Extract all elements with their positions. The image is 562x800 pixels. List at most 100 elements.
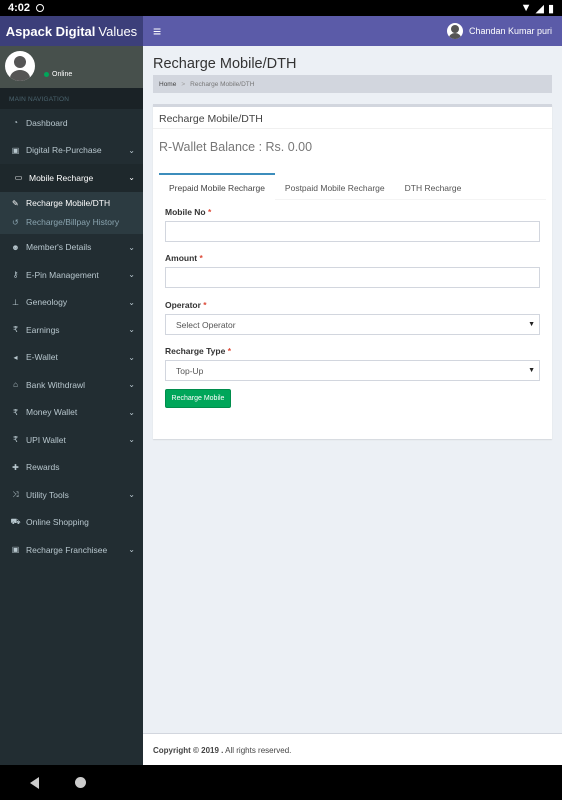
page-title: Recharge Mobile/DTH [153, 56, 297, 72]
recharge-tabs: Prepaid Mobile Recharge Postpaid Mobile … [159, 173, 546, 200]
required-mark: * [203, 300, 207, 310]
user-panel: Online [0, 46, 143, 88]
nav-header: MAIN NAVIGATION [0, 88, 143, 109]
sidebar-item-epin-management[interactable]: ⚷ E-Pin Management ⌄ [0, 261, 143, 289]
wifi-icon: ▼ [520, 2, 532, 14]
required-mark: * [227, 346, 231, 356]
rupee-icon: ₹ [12, 435, 19, 445]
chevron-down-icon: ⌄ [128, 380, 135, 390]
online-status: Online [44, 71, 72, 78]
battery-icon: ▮ [547, 2, 554, 15]
briefcase-icon: ▣ [11, 145, 20, 155]
sidebar-item-mobile-recharge[interactable]: ▭ Mobile Recharge ⌄ [0, 164, 143, 192]
cart-icon: ⛟ [10, 517, 21, 527]
chevron-down-icon: ⌄ [128, 545, 135, 555]
sidebar-item-dashboard[interactable]: ◔ Dashboard [0, 109, 143, 137]
users-icon: ☻ [11, 242, 20, 252]
operator-label: Operator * [165, 300, 207, 310]
sidebar-item-upi-wallet[interactable]: ₹ UPI Wallet ⌄ [0, 426, 143, 454]
wallet-icon: ◂ [13, 352, 18, 362]
sidebar-item-recharge-franchisee[interactable]: ▣ Recharge Franchisee ⌄ [0, 536, 143, 564]
tab-prepaid-mobile-recharge[interactable]: Prepaid Mobile Recharge [159, 173, 275, 200]
sidebar-item-rewards[interactable]: ✚ Rewards [0, 454, 143, 482]
user-name: Chandan Kumar puri [468, 26, 552, 36]
breadcrumb-current: Recharge Mobile/DTH [190, 80, 255, 88]
app-logo[interactable]: Aspack Digital Values [0, 16, 143, 46]
sidebar-item-members-details[interactable]: ☻ Member's Details ⌄ [0, 234, 143, 262]
chevron-down-icon: ⌄ [128, 407, 135, 417]
sidebar-item-utility-tools[interactable]: ⤨ Utility Tools ⌄ [0, 481, 143, 509]
mobile-number-input[interactable] [165, 221, 540, 242]
signal-icon: ◢ [535, 2, 544, 15]
sidebar-item-ewallet[interactable]: ◂ E-Wallet ⌄ [0, 344, 143, 372]
chevron-down-icon: ⌄ [128, 352, 135, 362]
back-icon[interactable] [30, 776, 39, 789]
tab-dth-recharge[interactable]: DTH Recharge [395, 173, 472, 200]
rights-text: All rights reserved. [225, 746, 292, 755]
chevron-down-icon: ⌄ [128, 242, 135, 252]
briefcase-icon: ▣ [11, 545, 20, 555]
footer: Copyright © 2019 . All rights reserved. [143, 733, 562, 765]
top-navbar: ≡ Chandan Kumar puri [143, 16, 562, 46]
copyright: Copyright © 2019 . [153, 746, 224, 755]
user-menu[interactable]: Chandan Kumar puri [446, 23, 552, 39]
chevron-down-icon: ⌄ [128, 145, 135, 155]
chevron-down-icon: ⌄ [128, 435, 135, 445]
battery-icon: ▭ [14, 173, 23, 183]
sidebar-subitem-recharge-history[interactable]: ↺ Recharge/Billpay History [0, 213, 143, 232]
breadcrumb-home[interactable]: Home [159, 81, 176, 88]
recharge-mobile-button[interactable]: Recharge Mobile [165, 389, 231, 408]
chevron-down-icon: ⌄ [128, 297, 135, 307]
amount-input[interactable] [165, 267, 540, 288]
recharge-type-label: Recharge Type * [165, 346, 231, 356]
sidebar-item-earnings[interactable]: ₹ Earnings ⌄ [0, 316, 143, 344]
sidebar-item-geneology[interactable]: ⊥ Geneology ⌄ [0, 289, 143, 317]
android-status-bar: 4:02 ▼ ◢ ▮ [0, 0, 562, 16]
dropdown-caret-icon: ▼ [528, 367, 535, 374]
menu-toggle-icon[interactable]: ≡ [153, 23, 161, 39]
avatar [5, 51, 35, 81]
mobile-label: Mobile No * [165, 207, 212, 217]
dropdown-caret-icon: ▼ [528, 321, 535, 328]
breadcrumb: Home > Recharge Mobile/DTH [153, 75, 552, 93]
amount-label: Amount * [165, 253, 203, 263]
sitemap-icon: ⊥ [12, 297, 19, 307]
chevron-down-icon: ⌄ [128, 173, 135, 183]
sidebar-item-online-shopping[interactable]: ⛟ Online Shopping [0, 509, 143, 537]
gift-icon: ✚ [12, 462, 19, 472]
chevron-down-icon: ⌄ [128, 325, 135, 335]
breadcrumb-separator-icon: > [181, 80, 186, 88]
recharge-panel: Recharge Mobile/DTH R-Wallet Balance : R… [153, 104, 552, 439]
logo-bold-text: Aspack Digital [5, 23, 96, 39]
android-nav-bar [0, 765, 562, 800]
leaf-icon: ✎ [12, 198, 19, 208]
history-icon: ↺ [12, 217, 19, 227]
required-mark: * [207, 207, 212, 217]
sidebar-subitem-recharge-mobile-dth[interactable]: ✎ Recharge Mobile/DTH [0, 194, 143, 213]
rupee-icon: ₹ [12, 325, 19, 335]
key-icon: ⚷ [12, 270, 19, 280]
tab-postpaid-mobile-recharge[interactable]: Postpaid Mobile Recharge [275, 173, 395, 200]
logo-text: Values [98, 23, 138, 39]
notification-icon [36, 4, 45, 12]
sidebar: Online MAIN NAVIGATION ◔ Dashboard ▣ Dig… [0, 46, 143, 765]
clock: 4:02 [8, 2, 31, 14]
rupee-icon: ₹ [12, 407, 19, 417]
sidebar-item-money-wallet[interactable]: ₹ Money Wallet ⌄ [0, 399, 143, 427]
sidebar-item-bank-withdrawl[interactable]: ⌂ Bank Withdrawl ⌄ [0, 371, 143, 399]
recharge-type-select[interactable]: Top-Up ▼ [165, 360, 540, 381]
wallet-balance: R-Wallet Balance : Rs. 0.00 [159, 140, 313, 154]
required-mark: * [199, 253, 203, 263]
home-icon[interactable] [75, 777, 86, 788]
user-avatar-icon [446, 23, 463, 39]
panel-title: Recharge Mobile/DTH [153, 107, 552, 129]
operator-select[interactable]: Select Operator ▼ [165, 314, 540, 335]
online-dot-icon [44, 72, 49, 77]
bank-icon: ⌂ [13, 380, 18, 390]
chevron-down-icon: ⌄ [128, 490, 135, 500]
mobile-recharge-submenu: ✎ Recharge Mobile/DTH ↺ Recharge/Billpay… [0, 191, 143, 234]
chevron-down-icon: ⌄ [128, 270, 135, 280]
shuffle-icon: ⤨ [12, 489, 19, 499]
dashboard-icon: ◔ [13, 118, 18, 128]
sidebar-item-digital-repurchase[interactable]: ▣ Digital Re-Purchase ⌄ [0, 137, 143, 165]
